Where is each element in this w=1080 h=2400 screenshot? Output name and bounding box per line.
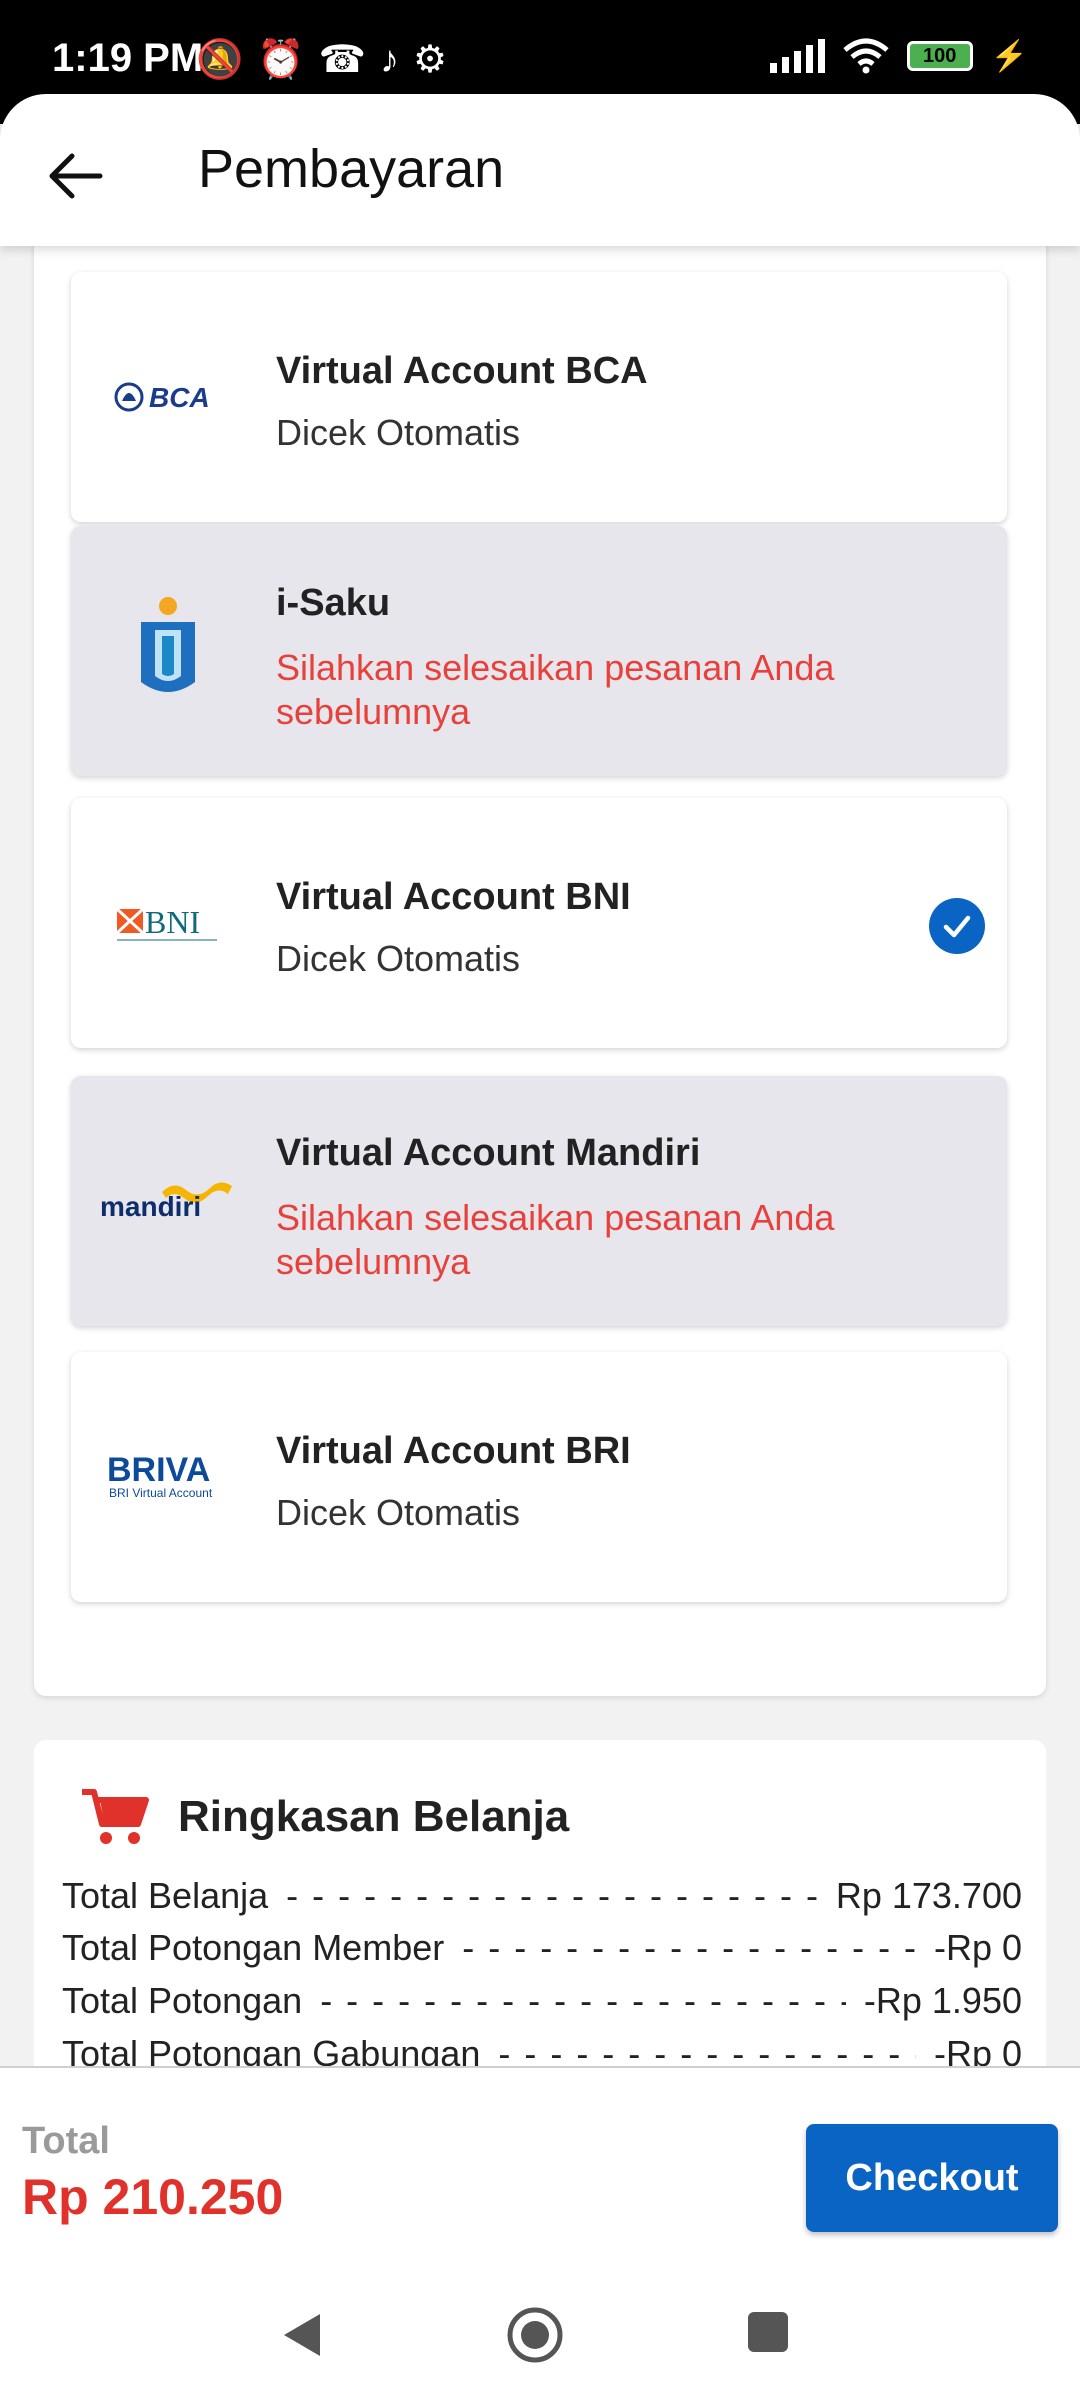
method-error-message: Silahkan selesaikan pesanan Anda sebelum… xyxy=(276,1197,835,1282)
total-label: Total xyxy=(22,2120,110,2162)
method-name: Virtual Account BRI xyxy=(276,1430,631,1472)
battery-level: 100 xyxy=(922,44,957,67)
summary-row: Total Potongan Member - - - - - - - - - … xyxy=(62,1922,1022,1974)
bni-logo-text: BNI xyxy=(145,904,200,940)
payment-option-bri[interactable]: BRIVA BRI Virtual Account Virtual Accoun… xyxy=(71,1352,1007,1602)
summary-label: Total Belanja xyxy=(62,1875,269,1916)
battery-icon: 100 xyxy=(906,41,973,71)
nav-back-icon[interactable] xyxy=(280,2310,324,2360)
app-header: Pembayaran xyxy=(0,94,1080,246)
page-title: Pembayaran xyxy=(198,139,505,199)
method-name: Virtual Account BCA xyxy=(276,350,648,392)
summary-leader: - - - - - - - - - - - - - - - - - - - - … xyxy=(462,1927,916,1968)
cart-icon xyxy=(82,1789,149,1844)
nav-home-icon[interactable] xyxy=(506,2306,564,2364)
charging-icon: ⚡ xyxy=(990,39,1028,73)
nav-recents-icon[interactable] xyxy=(748,2312,788,2352)
summary-leader: - - - - - - - - - - - - - - - - - - - - … xyxy=(320,1980,846,2021)
briva-logo-text: BRIVA xyxy=(107,1451,210,1489)
signal-icon xyxy=(769,39,825,73)
payment-option-bni[interactable]: BNI Virtual Account BNI Dicek Otomatis xyxy=(71,798,1007,1048)
system-icons: 100 ⚡ xyxy=(769,38,1028,74)
checkout-button[interactable]: Checkout xyxy=(806,2124,1058,2232)
whatsapp-icon: ☎ xyxy=(318,39,366,81)
mandiri-logo-text: mandiri xyxy=(100,1191,201,1222)
summary-row: Total Potongan - - - - - - - - - - - - -… xyxy=(62,1975,1022,2027)
method-name: Virtual Account Mandiri xyxy=(276,1132,701,1174)
summary-leader: - - - - - - - - - - - - - - - - - - - - … xyxy=(498,2033,916,2066)
isaku-logo xyxy=(93,596,243,706)
summary-label: Total Potongan Member xyxy=(62,1927,445,1968)
summary-row: Total Belanja - - - - - - - - - - - - - … xyxy=(62,1870,1022,1922)
payment-option-mandiri[interactable]: mandiri Virtual Account Mandiri Silahkan… xyxy=(71,1076,1007,1326)
summary-title: Ringkasan Belanja xyxy=(178,1792,570,1841)
notification-icons: 🔕 ⏰ ☎ ♪ ⚙ xyxy=(196,38,447,82)
summary-label: Total Potongan xyxy=(62,1980,303,2021)
bni-logo: BNI xyxy=(93,868,243,978)
payment-methods-panel: BCA Virtual Account BCA Dicek Otomatis i… xyxy=(34,246,1046,1696)
bca-logo: BCA xyxy=(93,342,243,452)
method-name: i-Saku xyxy=(276,582,391,624)
summary-leader: - - - - - - - - - - - - - - - - - - - - … xyxy=(286,1875,818,1916)
tiktok-icon: ♪ xyxy=(380,39,399,81)
method-status: Dicek Otomatis xyxy=(276,1492,521,1533)
mute-icon: 🔕 xyxy=(196,39,244,81)
total-value: Rp 210.250 xyxy=(22,2169,284,2225)
method-status: Dicek Otomatis xyxy=(276,412,521,453)
summary-value: Rp 173.700 xyxy=(835,1875,1022,1916)
bca-logo-text: BCA xyxy=(149,382,210,413)
summary-row: Total Potongan Gabungan - - - - - - - - … xyxy=(62,2028,1022,2066)
status-time: 1:19 PM xyxy=(52,36,204,80)
settings-icon: ⚙ xyxy=(413,39,448,81)
mandiri-logo: mandiri xyxy=(93,1146,243,1256)
content-scroll[interactable]: BCA Virtual Account BCA Dicek Otomatis i… xyxy=(0,246,1080,2066)
summary-label: Total Potongan Gabungan xyxy=(62,2033,481,2066)
method-status: Dicek Otomatis xyxy=(276,938,521,979)
method-name: Virtual Account BNI xyxy=(276,876,631,918)
payment-option-isaku[interactable]: i-Saku Silahkan selesaikan pesanan Anda … xyxy=(71,526,1007,776)
alarm-icon: ⏰ xyxy=(257,39,305,81)
briva-logo: BRIVA BRI Virtual Account xyxy=(93,1422,243,1532)
shopping-summary-panel: Ringkasan Belanja Total Belanja - - - - … xyxy=(34,1740,1046,2066)
briva-logo-subtext: BRI Virtual Account xyxy=(109,1486,213,1500)
method-error-message: Silahkan selesaikan pesanan Anda sebelum… xyxy=(276,647,835,732)
summary-value: -Rp 0 xyxy=(933,2033,1022,2066)
system-nav-bar xyxy=(0,2266,1080,2400)
summary-value: -Rp 1.950 xyxy=(863,1980,1022,2021)
payment-option-bca[interactable]: BCA Virtual Account BCA Dicek Otomatis xyxy=(71,272,1007,522)
back-arrow-icon[interactable] xyxy=(44,144,108,208)
checkout-bar: Total Rp 210.250 Checkout xyxy=(0,2066,1080,2268)
selected-check-icon xyxy=(929,898,985,954)
summary-value: -Rp 0 xyxy=(933,1927,1022,1968)
wifi-icon xyxy=(843,38,889,74)
